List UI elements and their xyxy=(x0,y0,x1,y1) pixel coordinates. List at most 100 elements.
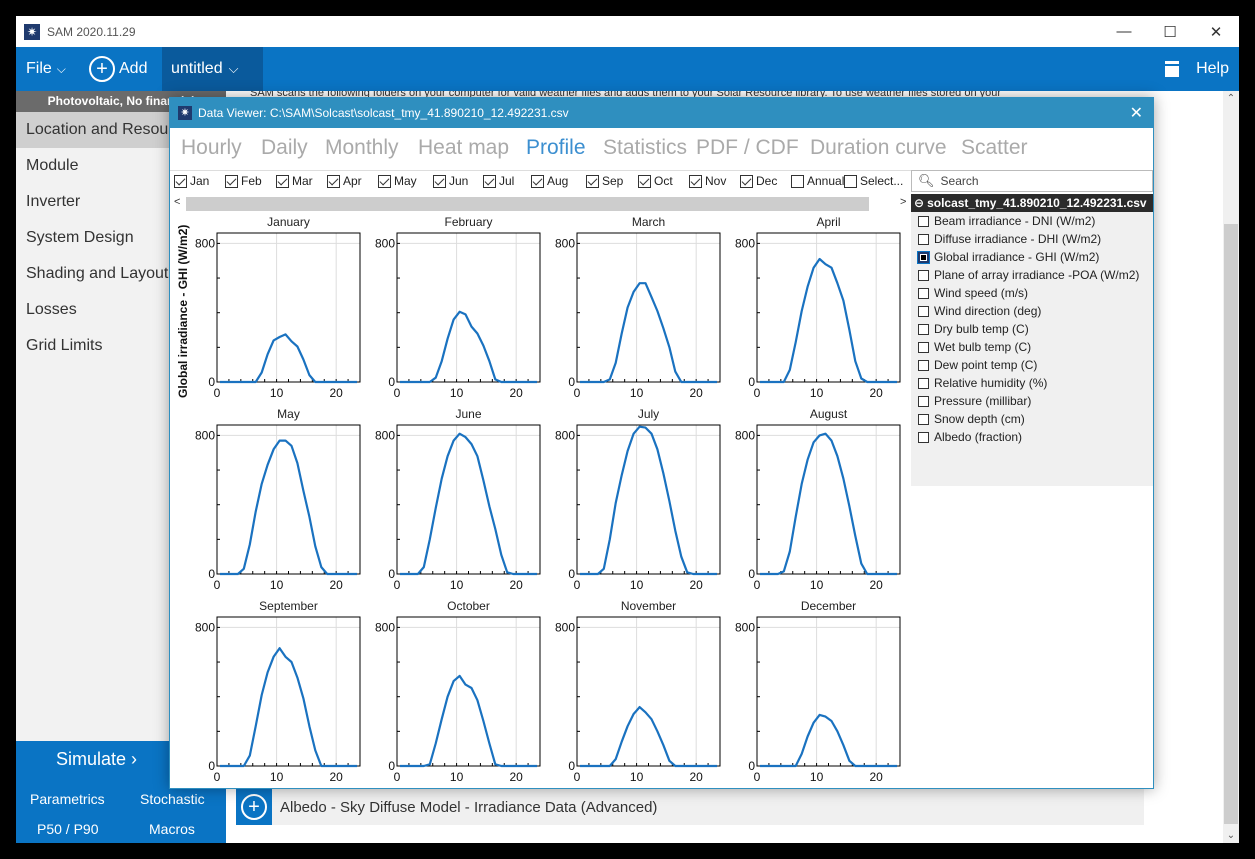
collapse-icon[interactable]: ⊖ xyxy=(914,196,924,210)
checkbox-icon[interactable] xyxy=(276,174,289,188)
dialog-title: Data Viewer: C:\SAM\Solcast\solcast_tmy_… xyxy=(198,106,569,120)
x-tick-label: 20 xyxy=(689,770,703,784)
search-input[interactable]: 🔍︎ Search xyxy=(911,170,1153,192)
macros-button[interactable]: Macros xyxy=(149,821,195,837)
month-checkbox-aug[interactable]: Aug xyxy=(531,174,568,188)
checkbox-icon[interactable] xyxy=(918,359,929,371)
checkbox-icon[interactable] xyxy=(918,233,929,245)
y-tick-label: 0 xyxy=(748,567,755,581)
y-tick-label: 800 xyxy=(195,428,215,442)
checkbox-icon[interactable] xyxy=(740,174,753,188)
checkbox-icon[interactable] xyxy=(791,174,804,188)
checkbox-icon[interactable] xyxy=(844,174,857,188)
add-button[interactable]: + Add xyxy=(89,47,147,91)
variable-item[interactable]: Diffuse irradiance - DHI (W/m2) xyxy=(911,230,1153,248)
horizontal-scrollbar[interactable]: < > xyxy=(170,196,910,212)
close-button[interactable]: ✕ xyxy=(1193,16,1239,47)
tab-profile[interactable]: Profile xyxy=(526,136,586,160)
month-checkbox-jun[interactable]: Jun xyxy=(433,174,468,188)
checkbox-icon[interactable] xyxy=(918,413,929,425)
maximize-button[interactable]: ☐ xyxy=(1147,16,1193,47)
variable-label: Wind speed (m/s) xyxy=(934,286,1029,300)
scroll-thumb[interactable] xyxy=(1224,224,1238,824)
variable-item[interactable]: Global irradiance - GHI (W/m2) xyxy=(911,248,1153,266)
checkbox-icon[interactable] xyxy=(174,174,187,188)
checkbox-icon[interactable] xyxy=(433,174,446,188)
month-checkbox-jan[interactable]: Jan xyxy=(174,174,209,188)
checkbox-icon[interactable] xyxy=(918,395,929,407)
parametrics-button[interactable]: Parametrics xyxy=(30,791,105,807)
month-checkbox-nov[interactable]: Nov xyxy=(689,174,726,188)
file-menu[interactable]: File ⌵ xyxy=(26,47,66,91)
checkbox-icon[interactable] xyxy=(327,174,340,188)
checkbox-icon[interactable] xyxy=(918,305,929,317)
variable-item[interactable]: Relative humidity (%) xyxy=(911,374,1153,392)
checkbox-icon[interactable] xyxy=(918,287,929,299)
variable-item[interactable]: Snow depth (cm) xyxy=(911,410,1153,428)
month-checkbox-sep[interactable]: Sep xyxy=(586,174,623,188)
month-checkbox-mar[interactable]: Mar xyxy=(276,174,313,188)
minimize-button[interactable]: — xyxy=(1101,16,1147,47)
checkbox-icon[interactable] xyxy=(918,323,929,335)
checkbox-icon[interactable] xyxy=(378,174,391,188)
checkbox-icon[interactable] xyxy=(531,174,544,188)
month-checkbox-may[interactable]: May xyxy=(378,174,417,188)
tab-statistics[interactable]: Statistics xyxy=(603,136,687,160)
scroll-down-icon[interactable]: ⌄ xyxy=(1223,830,1239,841)
tab-monthly[interactable]: Monthly xyxy=(325,136,399,160)
checkbox-icon[interactable] xyxy=(917,250,930,264)
month-checkbox-select[interactable]: Select... xyxy=(844,174,903,188)
tab-duration-curve[interactable]: Duration curve xyxy=(810,136,947,160)
tab-heat-map[interactable]: Heat map xyxy=(418,136,509,160)
variable-item[interactable]: Wind direction (deg) xyxy=(911,302,1153,320)
checkbox-icon[interactable] xyxy=(918,341,929,353)
case-tab[interactable]: untitled ⌵ xyxy=(162,47,263,91)
variable-item[interactable]: Wet bulb temp (C) xyxy=(911,338,1153,356)
variable-item[interactable]: Beam irradiance - DNI (W/m2) xyxy=(911,212,1153,230)
variable-item[interactable]: Wind speed (m/s) xyxy=(911,284,1153,302)
checkbox-icon[interactable] xyxy=(586,174,599,188)
month-checkbox-feb[interactable]: Feb xyxy=(225,174,262,188)
stochastic-button[interactable]: Stochastic xyxy=(140,791,205,807)
help-button[interactable]: Help xyxy=(1196,47,1229,91)
scroll-left-icon[interactable]: < xyxy=(174,196,180,208)
albedo-section[interactable]: + Albedo - Sky Diffuse Model - Irradianc… xyxy=(236,789,1144,825)
checkbox-icon[interactable] xyxy=(918,377,929,389)
notebook-icon[interactable] xyxy=(1165,47,1179,91)
scroll-thumb[interactable] xyxy=(186,197,869,211)
checkbox-icon[interactable] xyxy=(918,215,929,227)
variable-item[interactable]: Dry bulb temp (C) xyxy=(911,320,1153,338)
expand-button[interactable]: + xyxy=(236,789,272,825)
tab-pdf-cdf[interactable]: PDF / CDF xyxy=(696,136,799,160)
month-checkbox-apr[interactable]: Apr xyxy=(327,174,362,188)
checkbox-icon[interactable] xyxy=(689,174,702,188)
tab-scatter[interactable]: Scatter xyxy=(961,136,1028,160)
variable-item[interactable]: Pressure (millibar) xyxy=(911,392,1153,410)
scroll-right-icon[interactable]: > xyxy=(900,196,906,208)
file-node[interactable]: ⊖ solcast_tmy_41.890210_12.492231.csv xyxy=(911,194,1153,212)
p50-p90-button[interactable]: P50 / P90 xyxy=(37,821,99,837)
variable-label: Diffuse irradiance - DHI (W/m2) xyxy=(934,232,1102,246)
tab-hourly[interactable]: Hourly xyxy=(181,136,242,160)
chevron-down-icon: ⌵ xyxy=(56,61,66,76)
checkbox-icon[interactable] xyxy=(483,174,496,188)
checkbox-icon[interactable] xyxy=(918,269,929,281)
checkbox-icon[interactable] xyxy=(918,431,929,443)
month-checkbox-annual[interactable]: Annual xyxy=(791,174,844,188)
x-tick-label: 10 xyxy=(450,578,464,592)
variable-item[interactable]: Plane of array irradiance -POA (W/m2) xyxy=(911,266,1153,284)
tab-daily[interactable]: Daily xyxy=(261,136,308,160)
month-checkbox-dec[interactable]: Dec xyxy=(740,174,777,188)
scroll-up-icon[interactable]: ⌃ xyxy=(1223,93,1239,104)
simulate-button[interactable]: Simulate › xyxy=(56,749,137,770)
month-checkbox-jul[interactable]: Jul xyxy=(483,174,514,188)
x-tick-label: 10 xyxy=(810,578,824,592)
vertical-scrollbar[interactable]: ⌃ ⌄ xyxy=(1223,91,1239,843)
close-icon[interactable]: ✕ xyxy=(1130,103,1143,123)
checkbox-icon[interactable] xyxy=(638,174,651,188)
checkbox-icon[interactable] xyxy=(225,174,238,188)
viewer-tabs: Hourly Daily Monthly Heat map Profile St… xyxy=(170,128,1153,171)
variable-item[interactable]: Albedo (fraction) xyxy=(911,428,1153,446)
month-checkbox-oct[interactable]: Oct xyxy=(638,174,673,188)
variable-item[interactable]: Dew point temp (C) xyxy=(911,356,1153,374)
